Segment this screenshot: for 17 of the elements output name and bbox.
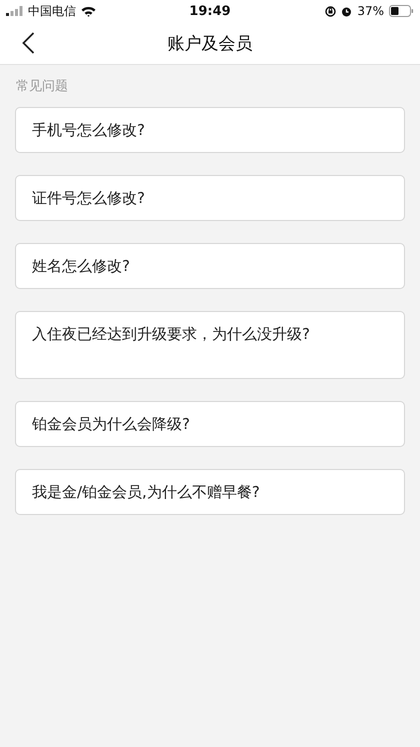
- question-item[interactable]: 入住夜已经达到升级要求，为什么没升级?: [15, 311, 405, 379]
- back-icon: [22, 32, 35, 54]
- question-item[interactable]: 手机号怎么修改?: [15, 107, 405, 153]
- wifi-icon: [81, 6, 96, 16]
- signal-icon: [6, 6, 23, 16]
- question-item[interactable]: 姓名怎么修改?: [15, 243, 405, 289]
- rotation-lock-icon: [325, 6, 336, 16]
- question-item[interactable]: 我是金/铂金会员,为什么不赠早餐?: [15, 469, 405, 515]
- page-title: 账户及会员: [168, 32, 252, 54]
- battery-percent: 37%: [357, 4, 384, 18]
- carrier-name: 中国电信: [28, 2, 76, 20]
- question-item[interactable]: 铂金会员为什么会降级?: [15, 401, 405, 447]
- question-item[interactable]: 证件号怎么修改?: [15, 175, 405, 221]
- status-time: 19:49: [189, 4, 231, 18]
- alarm-icon: [341, 6, 352, 16]
- battery-icon: [389, 5, 414, 17]
- section-title: 常见问题: [16, 78, 69, 95]
